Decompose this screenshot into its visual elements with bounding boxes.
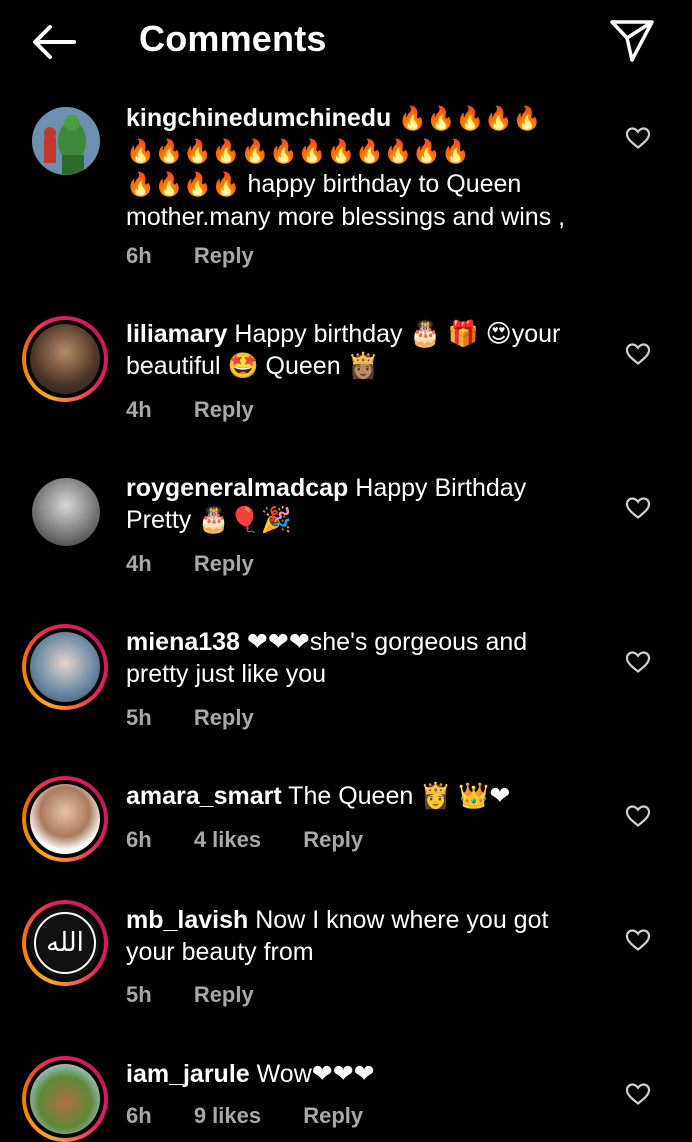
avatar-image xyxy=(32,107,100,175)
likes-count[interactable]: 9 likes xyxy=(194,1103,261,1128)
heart-outline-icon[interactable] xyxy=(625,126,651,150)
comment-text: liliamary Happy birthday 🎂 🎁 😍your beaut… xyxy=(126,318,596,382)
comment-meta: 5h Reply xyxy=(126,982,290,1008)
comment-time: 4h xyxy=(126,551,152,576)
avatar-image xyxy=(30,632,100,702)
heart-outline-icon[interactable] xyxy=(625,804,651,828)
comment-username[interactable]: amara_smart xyxy=(126,782,282,810)
comment-time: 5h xyxy=(126,982,152,1007)
comment-item: miena138 ❤❤❤she's gorgeous and pretty ju… xyxy=(0,622,692,752)
comment-username[interactable]: miena138 xyxy=(126,628,240,656)
comment-username[interactable]: roygeneralmadcap xyxy=(126,474,348,502)
comment-time: 4h xyxy=(126,397,152,422)
comment-time: 6h xyxy=(126,243,152,268)
comment-time: 5h xyxy=(126,705,152,730)
page-title: Comments xyxy=(139,18,327,59)
avatar[interactable] xyxy=(22,776,108,862)
avatar-calligraphy: الله xyxy=(34,912,96,974)
comment-username[interactable]: liliamary xyxy=(126,320,227,348)
reply-button[interactable]: Reply xyxy=(194,551,254,576)
avatar[interactable] xyxy=(32,478,100,546)
comment-emoji: 🔥🔥🔥🔥 xyxy=(126,172,241,198)
heart-outline-icon[interactable] xyxy=(625,1082,651,1106)
reply-button[interactable]: Reply xyxy=(194,705,254,730)
comment-username[interactable]: kingchinedumchinedu xyxy=(126,104,391,132)
avatar-image xyxy=(30,784,100,854)
reply-button[interactable]: Reply xyxy=(194,243,254,268)
comment-item: amara_smart The Queen 👸 👑❤ 6h 4 likes Re… xyxy=(0,776,692,876)
comment-username[interactable]: iam_jarule xyxy=(126,1060,250,1088)
likes-count[interactable]: 4 likes xyxy=(194,827,261,852)
avatar[interactable] xyxy=(22,624,108,710)
comment-meta: 4h Reply xyxy=(126,397,290,423)
avatar[interactable] xyxy=(22,316,108,402)
comment-meta: 4h Reply xyxy=(126,551,290,577)
comment-text: iam_jarule Wow❤❤❤ xyxy=(126,1058,596,1090)
comment-item: roygeneralmadcap Happy Birthday Pretty 🎂… xyxy=(0,468,692,598)
arrow-left-icon xyxy=(33,25,76,59)
comment-time: 6h xyxy=(126,1103,152,1128)
comment-meta: 6h 4 likes Reply xyxy=(126,827,399,853)
comment-meta: 5h Reply xyxy=(126,705,290,731)
comment-text: amara_smart The Queen 👸 👑❤ xyxy=(126,780,596,812)
comment-emoji: 🔥🔥🔥🔥🔥🔥🔥🔥🔥🔥🔥🔥 xyxy=(126,139,470,165)
paper-plane-icon xyxy=(610,20,654,62)
comment-body: Wow❤❤❤ xyxy=(256,1060,375,1088)
avatar[interactable] xyxy=(22,1056,108,1142)
avatar-image xyxy=(30,1064,100,1134)
reply-button[interactable]: Reply xyxy=(303,827,363,852)
avatar[interactable]: الله xyxy=(22,900,108,986)
heart-outline-icon[interactable] xyxy=(625,342,651,366)
comment-text: mb_lavish Now I know where you got your … xyxy=(126,904,596,968)
comment-text: miena138 ❤❤❤she's gorgeous and pretty ju… xyxy=(126,626,596,690)
reply-button[interactable]: Reply xyxy=(194,982,254,1007)
reply-button[interactable]: Reply xyxy=(194,397,254,422)
comment-item: kingchinedumchinedu 🔥🔥🔥🔥🔥 🔥🔥🔥🔥🔥🔥🔥🔥🔥🔥🔥🔥 🔥… xyxy=(0,100,692,280)
avatar-image xyxy=(30,324,100,394)
share-button[interactable] xyxy=(606,16,658,64)
comment-body: The Queen 👸 👑❤ xyxy=(288,782,511,810)
header: Comments xyxy=(0,0,692,84)
comment-meta: 6h Reply xyxy=(126,243,290,269)
back-button[interactable] xyxy=(30,20,78,64)
comment-item: الله mb_lavish Now I know where you got … xyxy=(0,900,692,1020)
comment-text: kingchinedumchinedu 🔥🔥🔥🔥🔥 🔥🔥🔥🔥🔥🔥🔥🔥🔥🔥🔥🔥 🔥… xyxy=(126,102,596,233)
heart-outline-icon[interactable] xyxy=(625,650,651,674)
comment-username[interactable]: mb_lavish xyxy=(126,906,248,934)
avatar[interactable] xyxy=(32,107,100,175)
comment-item: liliamary Happy birthday 🎂 🎁 😍your beaut… xyxy=(0,314,692,444)
comment-text: roygeneralmadcap Happy Birthday Pretty 🎂… xyxy=(126,472,596,536)
reply-button[interactable]: Reply xyxy=(303,1103,363,1128)
heart-outline-icon[interactable] xyxy=(625,928,651,952)
comment-meta: 6h 9 likes Reply xyxy=(126,1103,399,1129)
heart-outline-icon[interactable] xyxy=(625,496,651,520)
comment-item: iam_jarule Wow❤❤❤ 6h 9 likes Reply xyxy=(0,1054,692,1142)
avatar-image: الله xyxy=(30,908,100,978)
comment-time: 6h xyxy=(126,827,152,852)
comment-emoji: 🔥🔥🔥🔥🔥 xyxy=(398,106,542,132)
